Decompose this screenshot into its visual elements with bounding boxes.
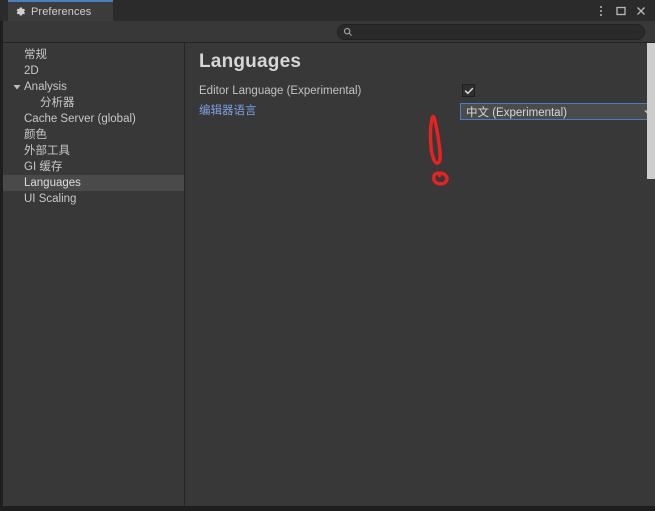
sidebar-item-label: UI Scaling bbox=[24, 193, 77, 205]
sidebar-item-label: 颜色 bbox=[24, 129, 47, 141]
sidebar-item-label: 分析器 bbox=[40, 97, 75, 109]
window-controls bbox=[591, 0, 651, 21]
editor-language-row: Editor Language (Experimental) bbox=[199, 83, 649, 100]
editor-language-dropdown-value: 中文 (Experimental) bbox=[466, 106, 567, 119]
preferences-window: Preferences 常规 2D Analysis 分析器 Cache Ser… bbox=[0, 0, 655, 511]
search-icon bbox=[343, 27, 353, 37]
editor-language-checkbox[interactable] bbox=[462, 84, 475, 97]
sidebar-item-label: GI 缓存 bbox=[24, 161, 63, 173]
vertical-scrollbar-thumb[interactable] bbox=[647, 43, 655, 179]
editor-language-cn-label: 编辑器语言 bbox=[199, 105, 257, 117]
editor-language-select-row: 编辑器语言 中文 (Experimental) bbox=[199, 103, 655, 120]
sidebar-item-label: Analysis bbox=[24, 81, 67, 93]
chevron-down-icon[interactable] bbox=[12, 79, 21, 95]
toolbar-left-region bbox=[0, 21, 185, 42]
page-title: Languages bbox=[199, 51, 302, 72]
more-options-icon[interactable] bbox=[591, 0, 611, 21]
window-left-edge bbox=[0, 21, 3, 506]
sidebar-item-external-tools[interactable]: 外部工具 bbox=[0, 143, 184, 159]
preferences-sidebar: 常规 2D Analysis 分析器 Cache Server (global)… bbox=[0, 43, 185, 506]
preferences-tab-label: Preferences bbox=[31, 5, 92, 18]
editor-language-label: Editor Language (Experimental) bbox=[199, 85, 362, 97]
sidebar-item-label: 外部工具 bbox=[24, 145, 70, 157]
sidebar-item-analysis[interactable]: Analysis bbox=[0, 79, 184, 95]
gear-icon bbox=[15, 6, 26, 17]
sidebar-item-ui-scaling[interactable]: UI Scaling bbox=[0, 191, 184, 207]
sidebar-item-label: Languages bbox=[24, 177, 81, 189]
sidebar-item-languages[interactable]: Languages bbox=[0, 175, 184, 191]
preferences-toolbar bbox=[0, 21, 655, 43]
maximize-icon[interactable] bbox=[611, 0, 631, 21]
sidebar-item-label: 常规 bbox=[24, 49, 47, 61]
window-bottom-edge bbox=[0, 506, 655, 511]
sidebar-item-label: Cache Server (global) bbox=[24, 113, 136, 125]
sidebar-item-gi-cache[interactable]: GI 缓存 bbox=[0, 159, 184, 175]
search-input[interactable] bbox=[356, 25, 644, 39]
editor-language-dropdown[interactable]: 中文 (Experimental) bbox=[460, 103, 655, 120]
sidebar-item-cache-server[interactable]: Cache Server (global) bbox=[0, 111, 184, 127]
sidebar-item-label: 2D bbox=[24, 65, 39, 77]
sidebar-item-colors[interactable]: 颜色 bbox=[0, 127, 184, 143]
sidebar-item-profiler[interactable]: 分析器 bbox=[0, 95, 184, 111]
close-icon[interactable] bbox=[631, 0, 651, 21]
vertical-scrollbar[interactable] bbox=[647, 43, 655, 506]
sidebar-item-2d[interactable]: 2D bbox=[0, 63, 184, 79]
preferences-tab[interactable]: Preferences bbox=[8, 0, 113, 21]
preferences-main-panel: Languages Editor Language (Experimental)… bbox=[186, 43, 655, 506]
sidebar-item-general[interactable]: 常规 bbox=[0, 47, 184, 63]
preferences-content: 常规 2D Analysis 分析器 Cache Server (global)… bbox=[0, 43, 655, 506]
search-field[interactable] bbox=[337, 24, 645, 40]
window-titlebar: Preferences bbox=[0, 0, 655, 21]
